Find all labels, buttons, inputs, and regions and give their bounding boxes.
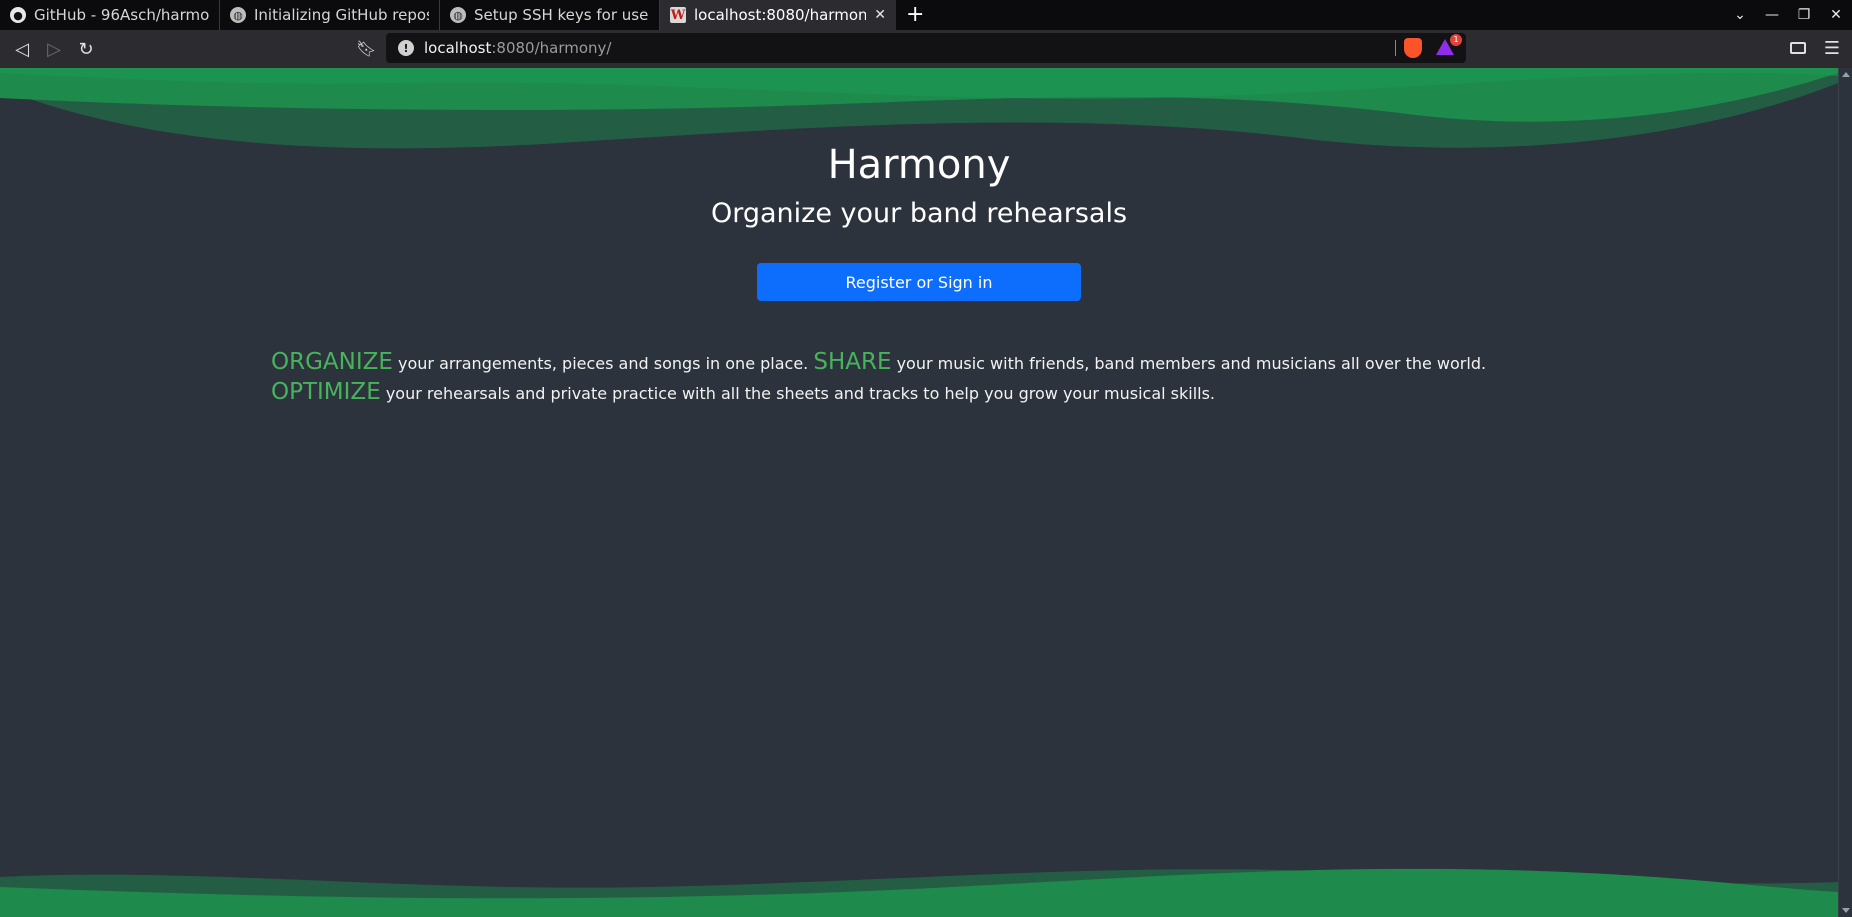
forward-icon[interactable]: ▷: [38, 39, 70, 60]
blurb-text: your music with friends, band members an…: [891, 354, 1487, 373]
globe-icon: ◍: [230, 7, 246, 23]
page-subtitle: Organize your band rehearsals: [710, 198, 1128, 229]
tab-ssh-keys[interactable]: ◍ Setup SSH keys for use with G: [440, 0, 660, 30]
keyword-organize: ORGANIZE: [271, 349, 393, 375]
url-path: :8080/harmony/: [491, 39, 612, 57]
globe-icon: ◍: [450, 7, 466, 23]
address-bar[interactable]: ! localhost :8080/harmony/ 1: [386, 33, 1466, 63]
chevron-down-icon[interactable]: ⌄: [1724, 7, 1756, 23]
reload-icon[interactable]: ↻: [70, 39, 102, 60]
register-signin-button[interactable]: Register or Sign in: [757, 263, 1081, 301]
rewards-badge: 1: [1450, 34, 1462, 46]
tab-label: localhost:8080/harmony/: [694, 6, 867, 24]
tab-github[interactable]: ● GitHub - 96Asch/harmony: We: [0, 0, 220, 30]
window-controls: ⌄ — ❐ ✕: [1724, 0, 1852, 30]
scroll-up-icon[interactable]: [1842, 72, 1850, 77]
close-window-icon[interactable]: ✕: [1820, 7, 1852, 23]
nav-bar: ◁ ▷ ↻ 🔖︎ ! localhost :8080/harmony/ 1 ☰: [0, 30, 1852, 68]
blurb-text: your arrangements, pieces and songs in o…: [392, 354, 814, 373]
keyword-share: SHARE: [813, 349, 892, 375]
github-icon: ●: [10, 7, 26, 23]
scroll-down-icon[interactable]: [1842, 908, 1850, 913]
tab-harmony[interactable]: W localhost:8080/harmony/ ✕: [660, 0, 896, 30]
tab-label: Setup SSH keys for use with G: [474, 6, 649, 24]
brave-shield-icon[interactable]: [1404, 38, 1422, 58]
page-viewport: Harmony Organize your band rehearsals Re…: [0, 68, 1838, 917]
bottom-wave-decoration: [0, 868, 1838, 917]
tab-label: Initializing GitHub repository: [254, 6, 429, 24]
url-host: localhost: [424, 39, 492, 57]
tab-label: GitHub - 96Asch/harmony: We: [34, 6, 209, 24]
url-divider: [1395, 40, 1396, 56]
tab-initializing-repo[interactable]: ◍ Initializing GitHub repository: [220, 0, 440, 30]
wallet-icon[interactable]: [1790, 42, 1806, 54]
site-info-icon[interactable]: !: [398, 40, 414, 56]
bookmark-icon[interactable]: 🔖︎: [356, 39, 376, 58]
keyword-optimize: OPTIMIZE: [271, 379, 381, 405]
close-icon[interactable]: ✕: [874, 7, 886, 23]
page-title: Harmony: [827, 142, 1011, 188]
back-icon[interactable]: ◁: [6, 39, 38, 60]
feature-blurb: ORGANIZE your arrangements, pieces and s…: [271, 348, 1521, 408]
menu-icon[interactable]: ☰: [1824, 38, 1840, 59]
restore-icon[interactable]: ❐: [1788, 7, 1820, 23]
page-scrollbar[interactable]: [1838, 68, 1852, 917]
new-tab-button[interactable]: +: [896, 0, 934, 30]
w-icon: W: [670, 7, 686, 23]
tab-bar: ● GitHub - 96Asch/harmony: We ◍ Initiali…: [0, 0, 1852, 30]
minimize-icon[interactable]: —: [1756, 7, 1788, 23]
blurb-text: your rehearsals and private practice wit…: [380, 384, 1216, 403]
